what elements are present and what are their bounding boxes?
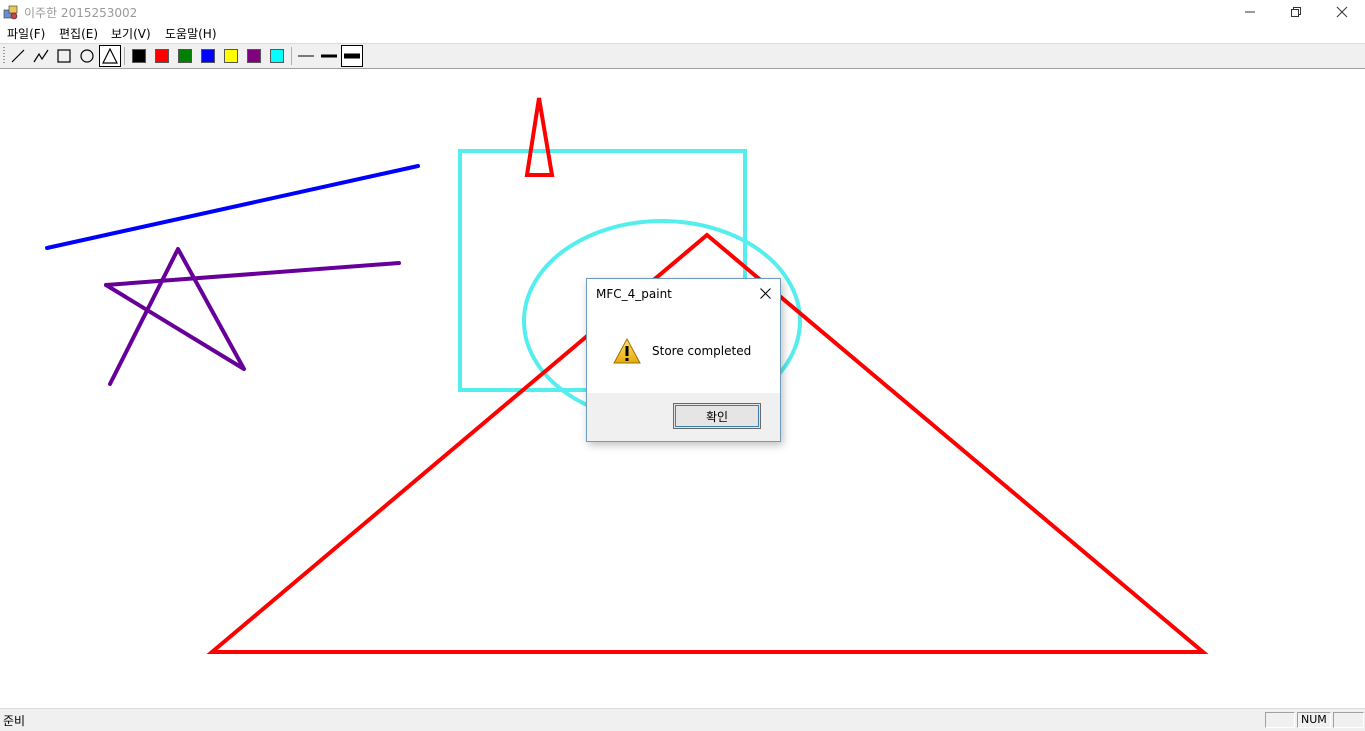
purple-polyline-shape: [104, 247, 246, 386]
dialog-message: Store completed: [652, 344, 752, 358]
menu-help[interactable]: 도움말(H): [165, 25, 217, 42]
triangle-icon: [102, 48, 118, 64]
blue-line-shape: [45, 164, 420, 250]
toolbar-separator: [291, 47, 292, 65]
rectangle-tool-button[interactable]: [53, 45, 75, 67]
restore-button[interactable]: [1273, 0, 1319, 23]
color-swatch-red: [155, 49, 169, 63]
color-swatch-green: [178, 49, 192, 63]
window-title: 이주한 2015253002: [24, 6, 138, 20]
polyline-icon: [33, 49, 49, 63]
paint-app-icon[interactable]: [3, 4, 19, 20]
medium-line-icon: [321, 54, 337, 58]
thin-line-icon: [298, 55, 314, 57]
color-yellow-button[interactable]: [220, 45, 242, 67]
color-swatch-purple: [247, 49, 261, 63]
menu-edit[interactable]: 편집(E): [59, 25, 98, 42]
status-pane-num: NUM: [1297, 712, 1331, 728]
dialog-title: MFC_4_paint: [596, 287, 672, 301]
color-swatch-blue: [201, 49, 215, 63]
color-swatch-yellow: [224, 49, 238, 63]
toolbar-separator: [124, 47, 125, 65]
color-red-button[interactable]: [151, 45, 173, 67]
toolbar-grip[interactable]: [3, 47, 5, 65]
color-purple-button[interactable]: [243, 45, 265, 67]
ellipse-icon: [80, 49, 94, 63]
thin-line-button[interactable]: [295, 45, 317, 67]
line-tool-button[interactable]: [7, 45, 29, 67]
dialog-close-button[interactable]: [756, 284, 774, 302]
status-text: 준비: [3, 714, 26, 728]
dialog-footer: 확인: [587, 393, 780, 441]
toolbar: [0, 43, 1365, 69]
menu-bar: 파일(F) 편집(E) 보기(V) 도움말(H): [0, 23, 1365, 43]
title-bar: 이주한 2015253002: [0, 0, 1365, 23]
purple-line-shape: [104, 261, 401, 287]
ellipse-tool-button[interactable]: [76, 45, 98, 67]
triangle-tool-button[interactable]: [99, 45, 121, 67]
line-icon: [11, 49, 25, 63]
message-dialog: MFC_4_paint Store completed 확인: [586, 278, 781, 442]
status-bar: 준비 NUM: [0, 708, 1365, 731]
status-pane-caps: [1265, 712, 1295, 728]
color-swatch-black: [132, 49, 146, 63]
warning-icon: [613, 337, 641, 364]
minimize-button[interactable]: [1227, 0, 1273, 23]
color-blue-button[interactable]: [197, 45, 219, 67]
ok-button[interactable]: 확인: [673, 403, 761, 429]
minimize-icon: [1245, 11, 1255, 12]
polyline-tool-button[interactable]: [30, 45, 52, 67]
menu-file[interactable]: 파일(F): [7, 25, 45, 42]
close-button[interactable]: [1319, 0, 1365, 23]
medium-line-button[interactable]: [318, 45, 340, 67]
rectangle-icon: [57, 49, 71, 63]
close-icon: [759, 287, 771, 299]
status-pane-scrl: [1333, 712, 1364, 728]
thick-line-icon: [344, 53, 360, 59]
close-icon: [1336, 6, 1348, 17]
restore-icon: [1291, 6, 1301, 17]
color-black-button[interactable]: [128, 45, 150, 67]
color-swatch-cyan: [270, 49, 284, 63]
red-small-triangle-shape: [524, 97, 555, 177]
color-cyan-button[interactable]: [266, 45, 288, 67]
color-green-button[interactable]: [174, 45, 196, 67]
thick-line-button[interactable]: [341, 45, 363, 67]
menu-view[interactable]: 보기(V): [111, 25, 151, 42]
